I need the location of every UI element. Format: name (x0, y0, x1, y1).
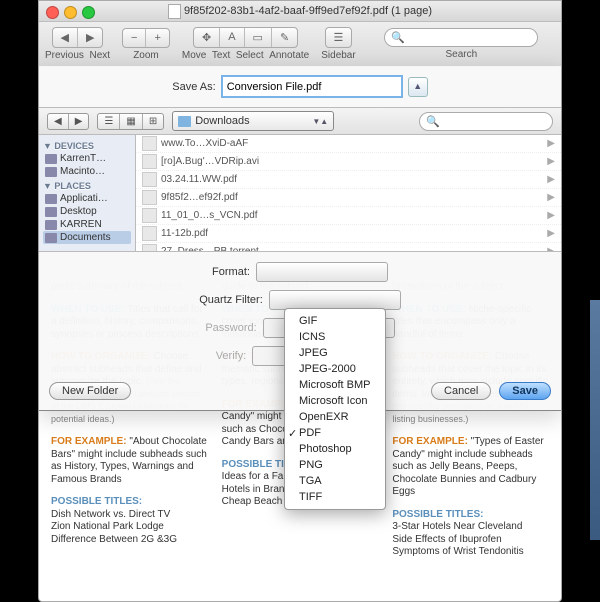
format-option[interactable]: JPEG (285, 345, 385, 361)
sidebar-item[interactable]: KarrenT… (43, 152, 131, 165)
view-mode[interactable]: ☰▦⊞ (97, 113, 164, 130)
sidebar-item[interactable]: Macinto… (43, 165, 131, 178)
format-option[interactable]: ICNS (285, 329, 385, 345)
file-row[interactable]: 03.24.11.WW.pdf▶ (136, 171, 561, 189)
format-option[interactable]: TGA (285, 473, 385, 489)
sidebar-item[interactable]: Applicati… (43, 192, 131, 205)
format-option[interactable]: TIFF (285, 489, 385, 505)
zoom-icon[interactable] (82, 6, 95, 19)
format-option[interactable]: Microsoft Icon (285, 393, 385, 409)
tool-buttons[interactable]: ✥A▭✎ (193, 27, 298, 48)
file-row[interactable]: 11_01_0…s_VCN.pdf▶ (136, 207, 561, 225)
cancel-button[interactable]: Cancel (431, 382, 491, 400)
expand-button[interactable]: ▲ (408, 77, 428, 97)
close-icon[interactable] (46, 6, 59, 19)
search-icon: 🔍 (391, 31, 405, 44)
browser-search[interactable]: 🔍 (419, 112, 553, 131)
file-row[interactable]: 9f85f2…ef92f.pdf▶ (136, 189, 561, 207)
format-option[interactable]: PNG (285, 457, 385, 473)
sidebar-item[interactable]: Desktop (43, 205, 131, 218)
file-row[interactable]: 27_Dress…PB.torrent▶ (136, 243, 561, 251)
format-option[interactable]: PDF (285, 425, 385, 441)
save-button[interactable]: Save (499, 382, 551, 400)
new-folder-button[interactable]: New Folder (49, 382, 131, 400)
zoom-buttons[interactable]: −+ (122, 28, 170, 48)
location-popup[interactable]: Downloads▼▲ (172, 111, 334, 131)
folder-icon (178, 116, 191, 127)
format-option[interactable]: Photoshop (285, 441, 385, 457)
save-sheet: Save As: ▲ ◀▶ ☰▦⊞ Downloads▼▲ 🔍 ▼ DEVICE… (39, 66, 561, 411)
file-list[interactable]: www.To…XviD-aAF▶[ro]A.Bug'…VDRip.avi▶03.… (136, 135, 561, 251)
nav-back-forward[interactable]: ◀▶ (47, 113, 89, 130)
format-menu[interactable]: GIFICNSJPEGJPEG-2000Microsoft BMPMicroso… (284, 308, 386, 510)
file-row[interactable]: [ro]A.Bug'…VDRip.avi▶ (136, 153, 561, 171)
minimize-icon[interactable] (64, 6, 77, 19)
file-icon (168, 4, 181, 19)
file-row[interactable]: www.To…XviD-aAF▶ (136, 135, 561, 153)
quartz-dropdown[interactable] (269, 290, 401, 310)
format-option[interactable]: JPEG-2000 (285, 361, 385, 377)
title-bar: 9f85f202-83b1-4af2-baaf-9ff9ed7ef92f.pdf… (39, 1, 561, 22)
file-row[interactable]: 11-12b.pdf▶ (136, 225, 561, 243)
browser-sidebar: ▼ DEVICES KarrenT…Macinto… ▼ PLACES Appl… (39, 135, 136, 251)
format-option[interactable]: Microsoft BMP (285, 377, 385, 393)
background-photo (590, 300, 600, 540)
file-browser: ◀▶ ☰▦⊞ Downloads▼▲ 🔍 ▼ DEVICES KarrenT…M… (39, 107, 561, 252)
filename-input[interactable] (222, 76, 402, 97)
nav-buttons[interactable]: ◀▶ (52, 27, 104, 48)
toolbar-search[interactable]: 🔍 (384, 28, 538, 47)
window-controls (46, 6, 95, 19)
preview-window: 9f85f202-83b1-4af2-baaf-9ff9ed7ef92f.pdf… (38, 0, 562, 602)
window-title: 9f85f202-83b1-4af2-baaf-9ff9ed7ef92f.pdf… (184, 5, 432, 17)
sidebar-item[interactable]: KARREN (43, 218, 131, 231)
format-option[interactable]: GIF (285, 313, 385, 329)
toolbar: ◀▶Previous Next −+Zoom ✥A▭✎Move Text Sel… (39, 22, 561, 67)
format-option[interactable]: OpenEXR (285, 409, 385, 425)
sidebar-item[interactable]: Documents (43, 231, 131, 244)
sidebar-button[interactable]: ☰ (325, 27, 353, 48)
save-as-label: Save As: (172, 81, 215, 93)
format-dropdown[interactable] (256, 262, 388, 282)
